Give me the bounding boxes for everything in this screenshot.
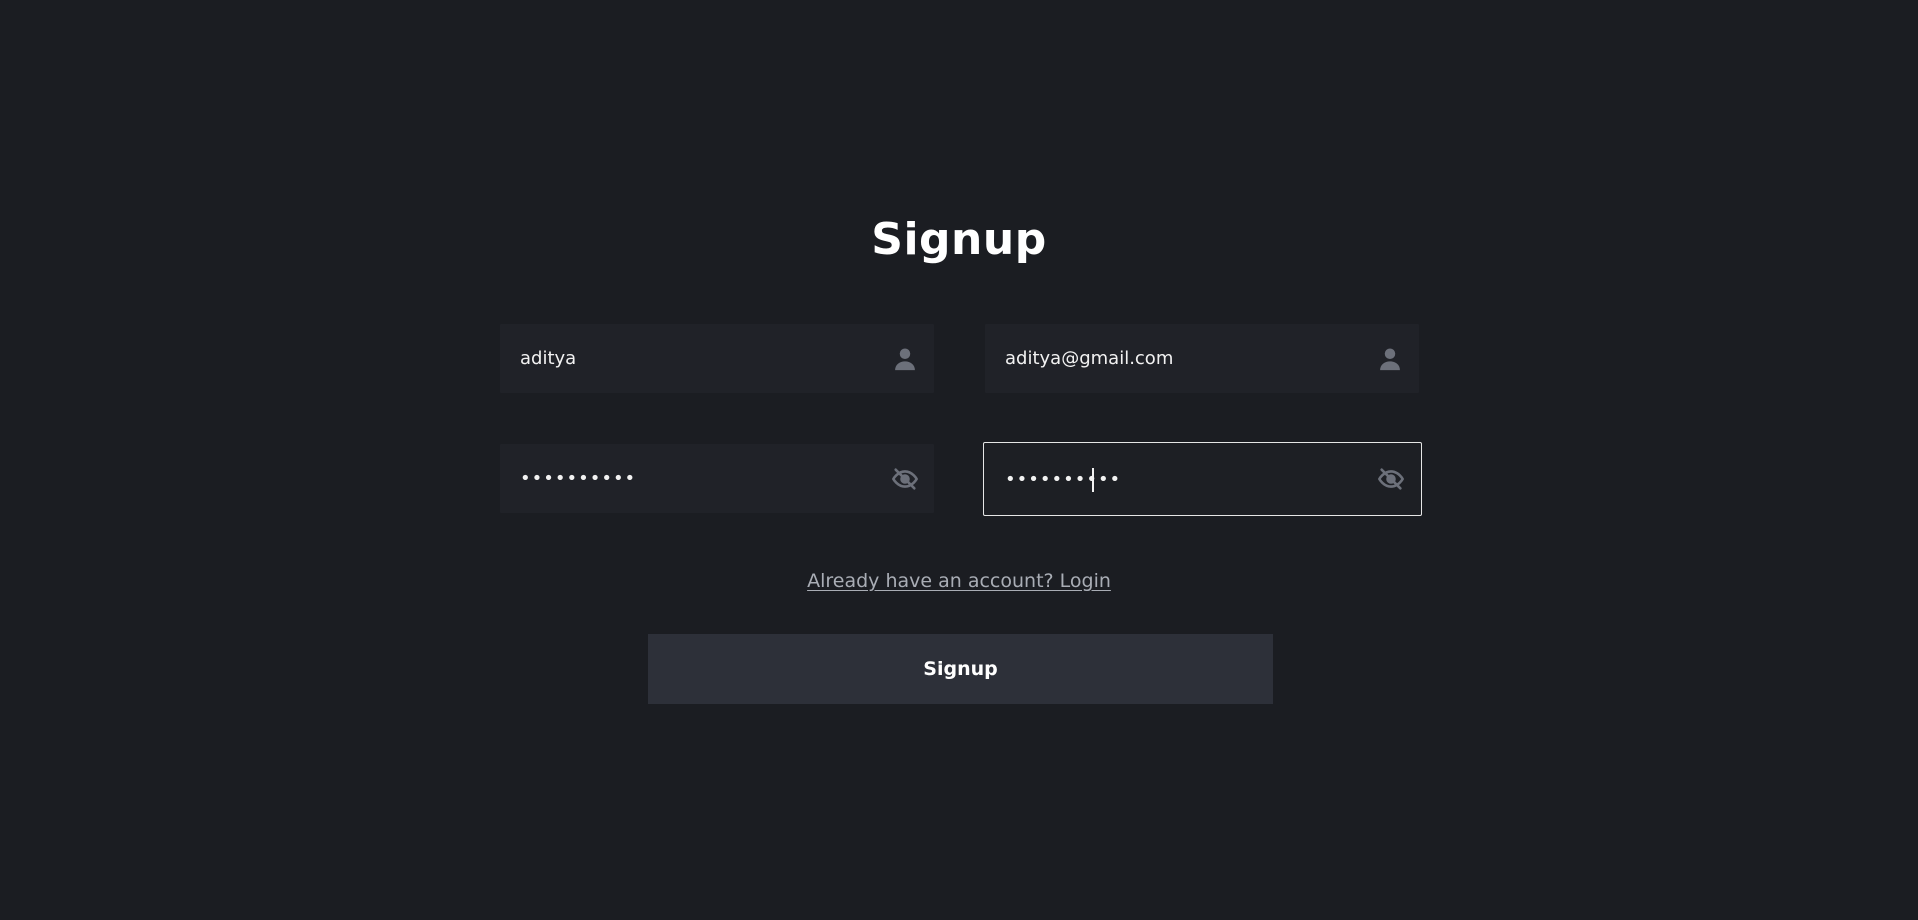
confirm-password-input[interactable] [1005,443,1365,515]
page-title: Signup [871,214,1047,265]
signup-button[interactable]: Signup [648,634,1273,704]
eye-slash-icon[interactable] [891,465,919,493]
username-input[interactable] [520,325,880,392]
login-link[interactable]: Already have an account? Login [807,570,1111,592]
login-link-container: Already have an account? Login [0,570,1918,592]
email-input[interactable] [1005,325,1365,392]
text-caret [1092,468,1094,492]
password-field-container [500,444,934,513]
username-field-container [500,324,934,393]
user-icon [891,345,919,373]
password-input[interactable] [520,445,880,512]
email-field-container [985,324,1419,393]
confirm-password-field-container [983,442,1422,516]
eye-slash-icon[interactable] [1377,465,1405,493]
signup-page: Signup aditya aditya@gmail.com •••••••••… [0,0,1918,920]
user-icon [1376,345,1404,373]
